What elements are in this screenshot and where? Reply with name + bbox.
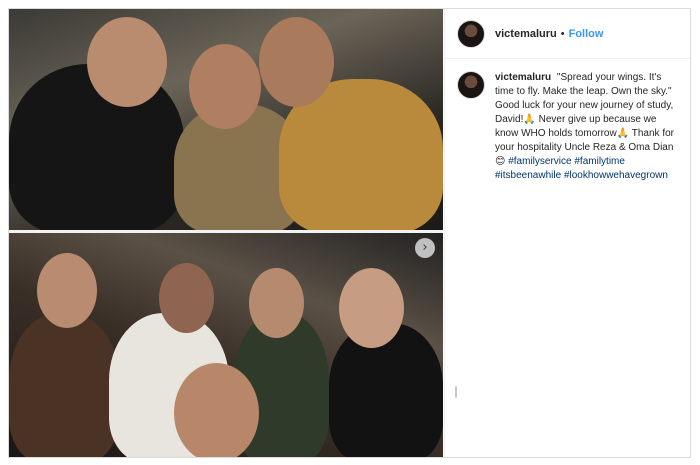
photo-top xyxy=(9,9,443,234)
post-media[interactable]: › xyxy=(9,9,443,457)
photo-bottom xyxy=(9,233,443,457)
post-header: victemaluru • Follow xyxy=(445,9,690,59)
hashtag-link[interactable]: #itsbeenawhile xyxy=(495,170,561,181)
caption-avatar[interactable] xyxy=(457,71,485,99)
follow-button[interactable]: Follow xyxy=(569,28,604,40)
hashtag-link[interactable]: #familyservice xyxy=(508,156,571,167)
pray-emoji-icon: 🙏 xyxy=(616,128,630,139)
post-side-panel: victemaluru • Follow victemaluru "Spread… xyxy=(444,9,690,457)
comments-scrollbar[interactable] xyxy=(455,386,457,398)
smile-emoji-icon: 😊 xyxy=(495,156,506,167)
instagram-post: › victemaluru • Follow victemaluru "Spre… xyxy=(8,8,691,458)
hashtag-link[interactable]: #familytime xyxy=(574,156,625,167)
avatar[interactable] xyxy=(457,19,485,48)
header-username[interactable]: victemaluru xyxy=(495,28,557,40)
caption-text: victemaluru "Spread your wings. It's tim… xyxy=(495,71,675,183)
caption-username[interactable]: victemaluru xyxy=(495,72,551,83)
hashtag-link[interactable]: #lookhowwehavegrown xyxy=(564,170,668,181)
header-separator: • xyxy=(560,27,565,40)
caption-comment: victemaluru "Spread your wings. It's tim… xyxy=(445,59,690,183)
pray-emoji-icon: 🙏 xyxy=(523,114,536,125)
chevron-right-icon: › xyxy=(422,240,428,255)
carousel-next-button[interactable]: › xyxy=(415,238,435,258)
